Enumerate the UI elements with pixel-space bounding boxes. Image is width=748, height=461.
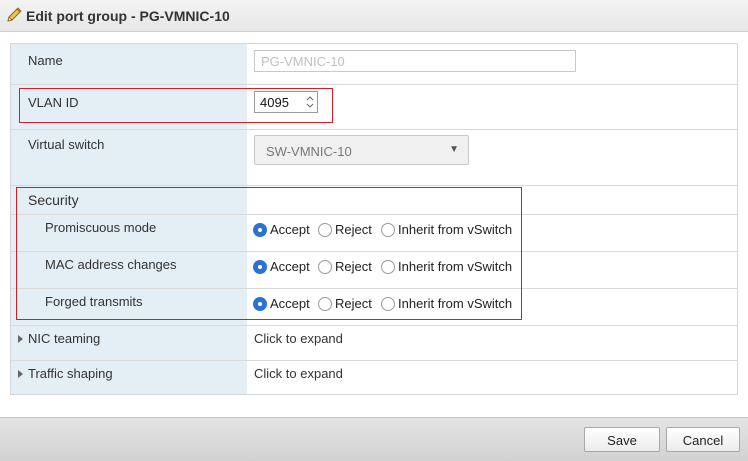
dialog-title: Edit port group - PG-VMNIC-10 <box>26 8 230 24</box>
dropdown-arrow-icon: ▼ <box>449 144 459 155</box>
row-traffic-shaping[interactable]: Traffic shaping Click to expand <box>11 360 737 394</box>
traffic-shaping-label[interactable]: Traffic shaping <box>28 366 113 381</box>
vswitch-label: Virtual switch <box>28 137 105 152</box>
dialog-footer: Save Cancel <box>0 417 748 461</box>
vswitch-select[interactable]: SW-VMNIC-10 ▼ <box>254 135 469 165</box>
vswitch-value: SW-VMNIC-10 <box>266 144 352 159</box>
nic-teaming-label[interactable]: NIC teaming <box>28 331 100 346</box>
row-nic-teaming[interactable]: NIC teaming Click to expand <box>11 325 737 361</box>
dialog-titlebar: Edit port group - PG-VMNIC-10 <box>0 0 748 32</box>
row-virtual-switch: Virtual switch SW-VMNIC-10 ▼ <box>11 129 737 186</box>
expand-triangle-icon[interactable] <box>18 335 23 343</box>
nic-teaming-expand-link[interactable]: Click to expand <box>254 331 343 346</box>
pencil-icon <box>7 7 22 22</box>
expand-triangle-icon[interactable] <box>18 370 23 378</box>
save-button[interactable]: Save <box>584 427 660 452</box>
name-label: Name <box>28 53 63 68</box>
row-name: Name PG-VMNIC-10 <box>11 44 737 85</box>
security-highlight-box <box>16 187 522 320</box>
name-input[interactable]: PG-VMNIC-10 <box>254 50 576 72</box>
traffic-shaping-expand-link[interactable]: Click to expand <box>254 366 343 381</box>
vlan-highlight-box <box>19 88 333 123</box>
cancel-button[interactable]: Cancel <box>666 427 740 452</box>
